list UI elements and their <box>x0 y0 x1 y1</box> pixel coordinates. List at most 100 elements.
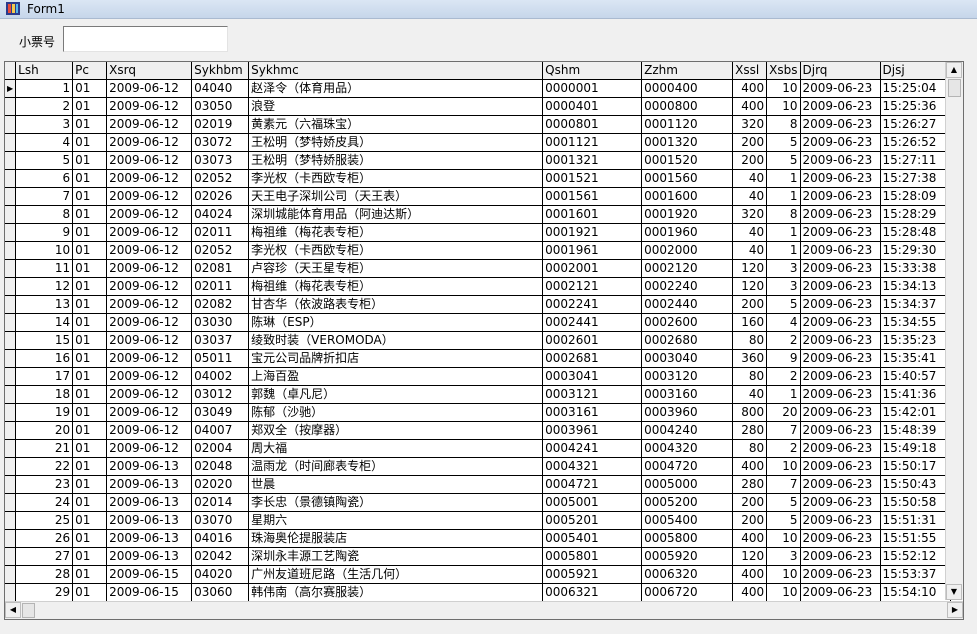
table-cell[interactable]: 15:50:43 <box>880 475 951 494</box>
table-cell[interactable]: 26 <box>15 529 74 548</box>
table-row[interactable]: 22 01 2009-06-13 02048 温雨龙（时间廊表专柜） 0004321 000… <box>5 457 951 476</box>
table-cell[interactable]: 5 <box>766 151 801 170</box>
table-cell[interactable]: 2009-06-23 <box>800 295 881 314</box>
table-cell[interactable]: 0004240 <box>641 421 734 440</box>
table-cell[interactable]: 15:53:37 <box>880 565 951 584</box>
table-cell[interactable]: 宝元公司品牌折扣店 <box>248 349 544 368</box>
table-cell[interactable]: 0001600 <box>641 187 734 206</box>
table-cell[interactable]: 02014 <box>191 493 250 512</box>
table-cell[interactable]: 甘杏华（依波路表专柜） <box>248 295 544 314</box>
row-selector[interactable] <box>5 439 17 458</box>
table-cell[interactable]: 14 <box>15 313 74 332</box>
table-cell[interactable]: 2009-06-23 <box>800 331 881 350</box>
table-cell[interactable]: 2009-06-23 <box>800 421 881 440</box>
table-cell[interactable]: 15:42:01 <box>880 403 951 422</box>
table-cell[interactable]: 0003041 <box>542 367 643 386</box>
table-cell[interactable]: 01 <box>72 133 108 152</box>
table-cell[interactable]: 0002441 <box>542 313 643 332</box>
table-cell[interactable]: 2009-06-12 <box>106 97 193 116</box>
table-cell[interactable]: 2009-06-23 <box>800 187 881 206</box>
table-cell[interactable]: 01 <box>72 547 108 566</box>
table-cell[interactable]: 28 <box>15 565 74 584</box>
table-row[interactable]: 15 01 2009-06-12 03037 绫致时装（VEROMODA） 0002601… <box>5 331 951 350</box>
table-cell[interactable]: 2009-06-12 <box>106 367 193 386</box>
table-cell[interactable]: 01 <box>72 511 108 530</box>
table-cell[interactable]: 2009-06-12 <box>106 313 193 332</box>
table-row[interactable]: 11 01 2009-06-12 02081 卢容珍（天王星专柜） 0002001 0002… <box>5 259 951 278</box>
table-cell[interactable]: 03073 <box>191 151 250 170</box>
table-cell[interactable]: 80 <box>732 331 768 350</box>
table-cell[interactable]: 01 <box>72 583 108 602</box>
table-cell[interactable]: 05011 <box>191 349 250 368</box>
table-cell[interactable]: 0003160 <box>641 385 734 404</box>
table-cell[interactable]: 2009-06-23 <box>800 457 881 476</box>
table-cell[interactable]: 20 <box>766 403 801 422</box>
column-header[interactable]: Sykhmc <box>248 62 544 80</box>
table-cell[interactable]: 01 <box>72 115 108 134</box>
scroll-left-icon[interactable]: ◀ <box>5 602 21 618</box>
table-cell[interactable]: 0002121 <box>542 277 643 296</box>
row-selector[interactable] <box>5 511 17 530</box>
table-cell[interactable]: 40 <box>732 385 768 404</box>
table-cell[interactable]: 01 <box>72 439 108 458</box>
table-cell[interactable]: 400 <box>732 583 768 602</box>
table-cell[interactable]: 陈郁（沙驰） <box>248 403 544 422</box>
table-row[interactable]: 16 01 2009-06-12 05011 宝元公司品牌折扣店 0002681 00030… <box>5 349 951 368</box>
table-cell[interactable]: 15:35:41 <box>880 349 951 368</box>
table-cell[interactable]: 03049 <box>191 403 250 422</box>
table-cell[interactable]: 21 <box>15 439 74 458</box>
table-cell[interactable]: 10 <box>766 565 801 584</box>
table-row[interactable]: 25 01 2009-06-13 03070 星期六 0005201 0005400 200 5… <box>5 511 951 530</box>
table-cell[interactable]: 卢容珍（天王星专柜） <box>248 259 544 278</box>
table-cell[interactable]: 2 <box>766 439 801 458</box>
table-cell[interactable]: 2009-06-12 <box>106 421 193 440</box>
table-cell[interactable]: 3 <box>766 277 801 296</box>
table-cell[interactable]: 0000001 <box>542 79 643 98</box>
table-row[interactable]: 12 01 2009-06-12 02011 梅祖维（梅花表专柜） 0002121 0002… <box>5 277 951 296</box>
table-cell[interactable]: 世晨 <box>248 475 544 494</box>
column-header[interactable]: Pc <box>72 62 108 80</box>
table-cell[interactable]: 2009-06-23 <box>800 133 881 152</box>
table-cell[interactable]: 120 <box>732 259 768 278</box>
table-row[interactable]: 3 01 2009-06-12 02019 黄素元（六福珠宝） 0000801 000112… <box>5 115 951 134</box>
table-cell[interactable]: 01 <box>72 151 108 170</box>
table-cell[interactable]: 0002601 <box>542 331 643 350</box>
table-cell[interactable]: 01 <box>72 295 108 314</box>
table-cell[interactable]: 200 <box>732 493 768 512</box>
table-cell[interactable]: 15:27:11 <box>880 151 951 170</box>
row-selector[interactable] <box>5 97 17 116</box>
row-selector[interactable] <box>5 133 17 152</box>
row-selector[interactable] <box>5 385 17 404</box>
table-cell[interactable]: 20 <box>15 421 74 440</box>
horizontal-scroll-thumb[interactable] <box>22 603 35 618</box>
table-cell[interactable]: 400 <box>732 457 768 476</box>
table-cell[interactable]: 01 <box>72 223 108 242</box>
table-cell[interactable]: 8 <box>766 115 801 134</box>
table-cell[interactable]: 24 <box>15 493 74 512</box>
table-cell[interactable]: 5 <box>15 151 74 170</box>
table-cell[interactable]: 0003040 <box>641 349 734 368</box>
table-cell[interactable]: 0005921 <box>542 565 643 584</box>
row-selector[interactable] <box>5 259 17 278</box>
table-row[interactable]: 2 01 2009-06-12 03050 浪登 0000401 0000800 400 10 2… <box>5 97 951 116</box>
table-cell[interactable]: 15 <box>15 331 74 350</box>
table-cell[interactable]: 02011 <box>191 223 250 242</box>
table-cell[interactable]: 2009-06-12 <box>106 169 193 188</box>
table-row[interactable]: 10 01 2009-06-12 02052 李光权（卡西欧专柜） 0001961 0002… <box>5 241 951 260</box>
table-cell[interactable]: 15:34:55 <box>880 313 951 332</box>
table-cell[interactable]: 400 <box>732 97 768 116</box>
table-cell[interactable]: 02052 <box>191 241 250 260</box>
table-cell[interactable]: 0001120 <box>641 115 734 134</box>
table-cell[interactable]: 2009-06-23 <box>800 403 881 422</box>
table-cell[interactable]: 40 <box>732 169 768 188</box>
row-selector[interactable] <box>5 295 17 314</box>
table-cell[interactable]: 2009-06-12 <box>106 133 193 152</box>
table-cell[interactable]: 0003121 <box>542 385 643 404</box>
table-row[interactable]: 19 01 2009-06-12 03049 陈郁（沙驰） 0003161 0003960 8… <box>5 403 951 422</box>
table-cell[interactable]: 2009-06-23 <box>800 115 881 134</box>
row-selector[interactable] <box>5 205 17 224</box>
table-cell[interactable]: 0005401 <box>542 529 643 548</box>
table-cell[interactable]: 400 <box>732 565 768 584</box>
table-cell[interactable]: 01 <box>72 277 108 296</box>
table-cell[interactable]: 2009-06-13 <box>106 547 193 566</box>
